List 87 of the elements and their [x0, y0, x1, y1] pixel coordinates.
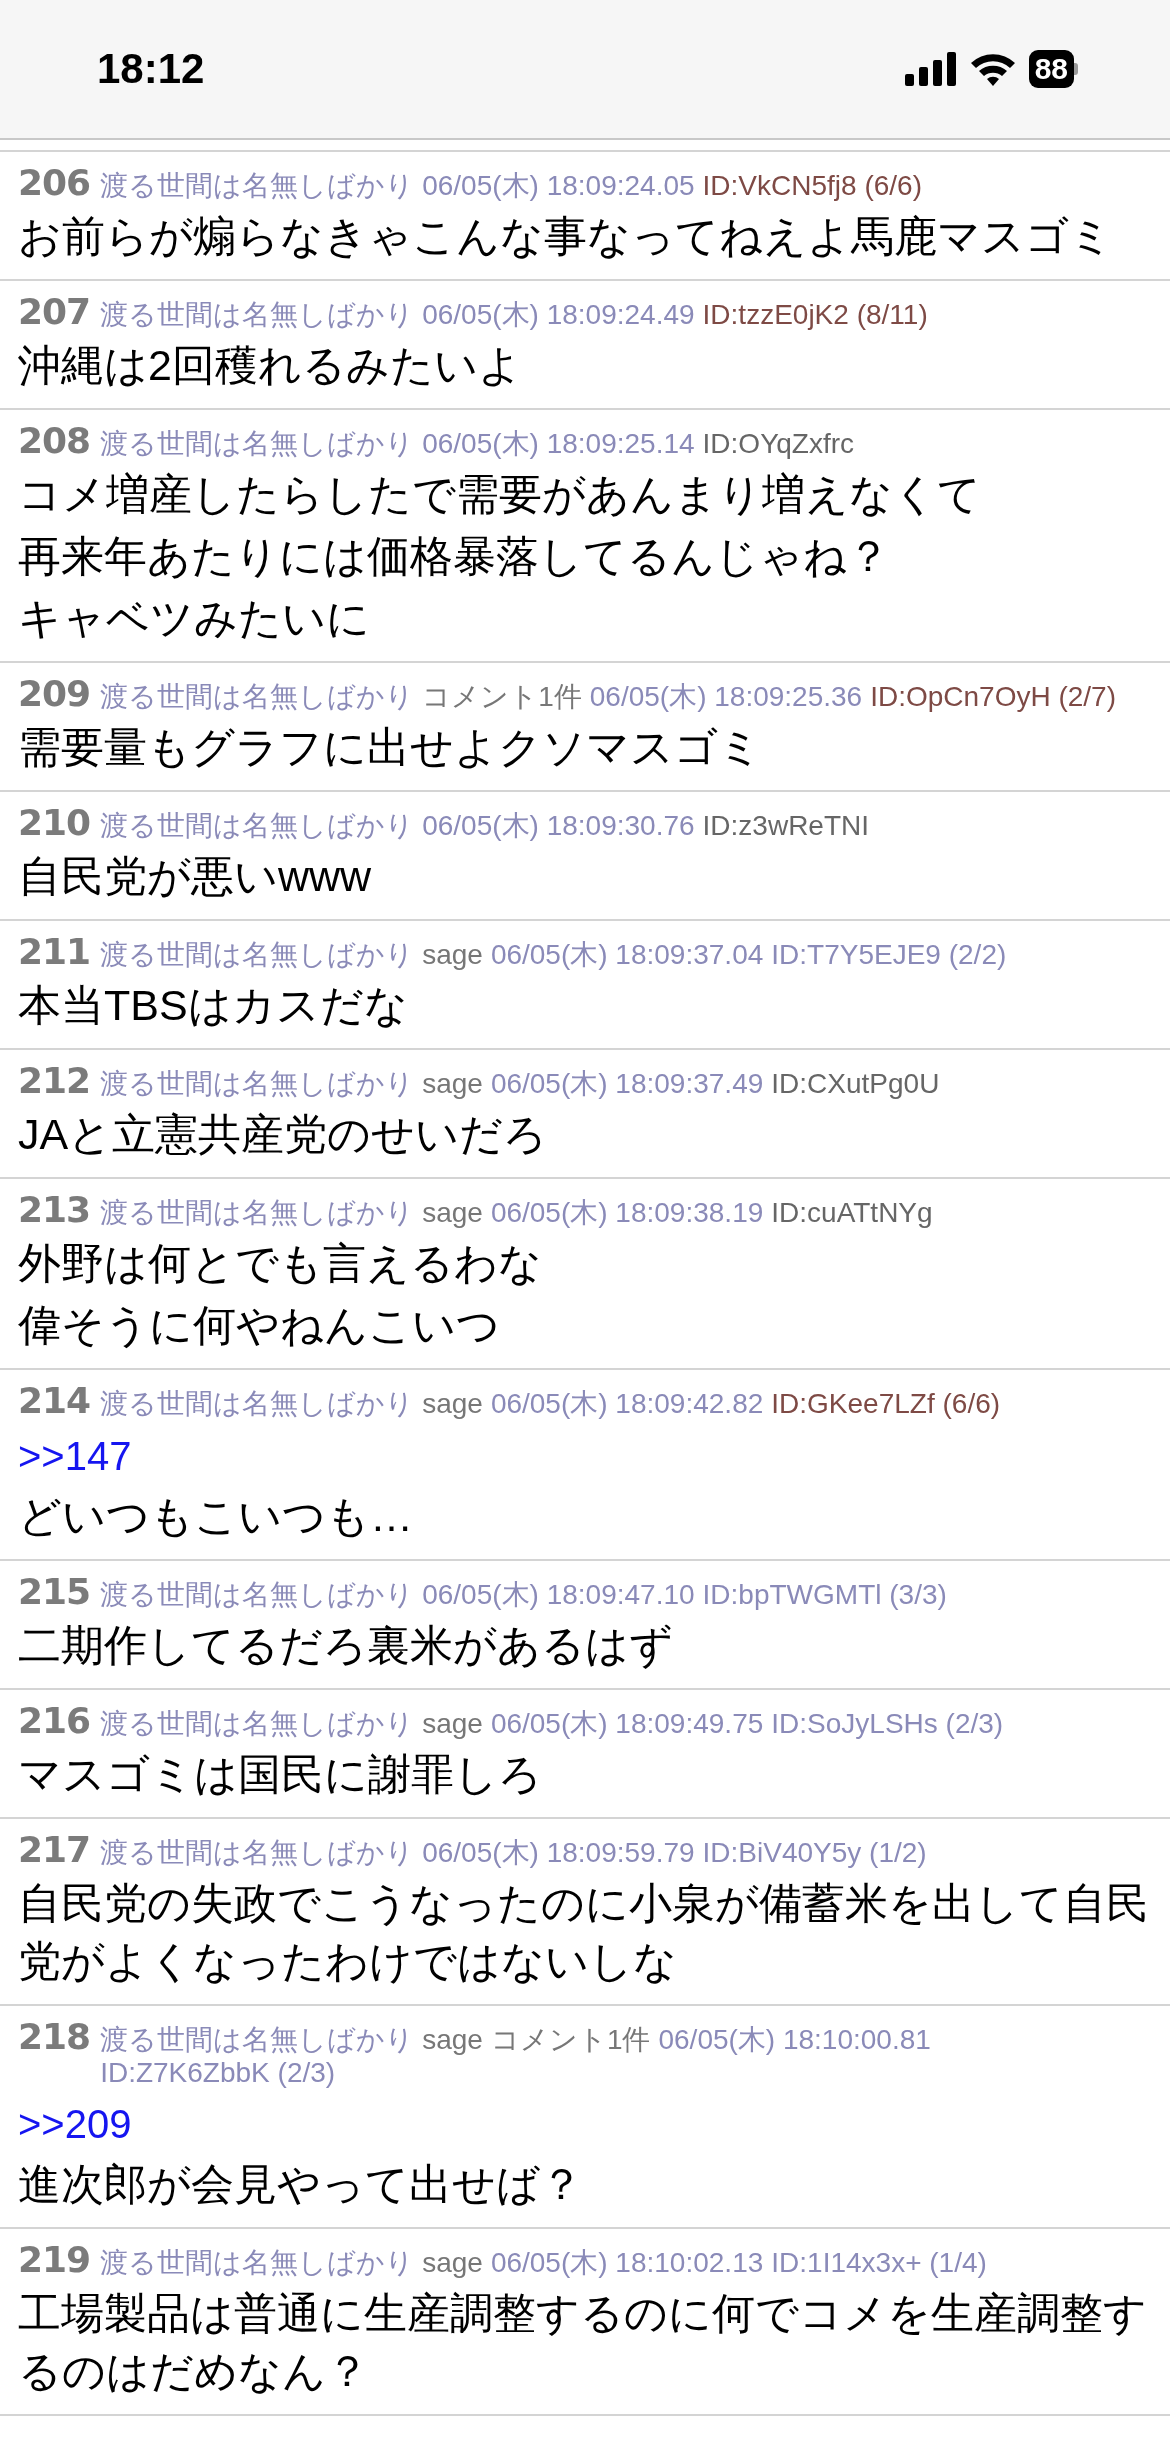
post-date: 06/05(木) 18:09:38.19 [490, 1196, 764, 1229]
poster-name: 渡る世間は名無しばかり [100, 169, 415, 202]
post-date: 06/05(木) 18:09:59.79 [422, 1836, 695, 1869]
post-number: 206 [18, 162, 91, 203]
post-number: 209 [18, 673, 91, 714]
poster-name: 渡る世間は名無しばかり [100, 1387, 415, 1420]
post-number: 215 [18, 1571, 91, 1612]
post-date: 06/05(木) 18:09:25.36 [589, 680, 863, 713]
post-text-line: 二期作してるだろ裏米があるはず [18, 1620, 674, 1671]
post-number: 217 [18, 1829, 91, 1870]
post-date: 06/05(木) 18:09:25.14 [422, 427, 695, 460]
poster-id[interactable]: ID:z3wReTNI [702, 809, 870, 842]
signal-icon [904, 52, 957, 86]
post-date: 06/05(木) 18:09:37.49 [490, 1067, 764, 1100]
post-date: 06/05(木) 18:10:02.13 [490, 2246, 764, 2279]
post-number: 207 [18, 291, 91, 332]
poster-name: 渡る世間は名無しばかり [100, 809, 415, 842]
post-number: 208 [18, 420, 91, 461]
poster-id[interactable]: ID:OpCn7OyH (2/7) [870, 680, 1116, 713]
post-text-line: 再来年あたりには価格暴落してるんじゃね？ [18, 531, 891, 582]
poster-name: 渡る世間は名無しばかり [100, 1067, 415, 1100]
post-number: 213 [18, 1189, 91, 1230]
mail-field: sage [422, 1707, 483, 1740]
post-number: 212 [18, 1060, 91, 1101]
post-text-line: 工場製品は普通に生産調整するのに何でコメを生産調整するのはだめなん？ [18, 2288, 1148, 2397]
reply-link[interactable]: >>147 [18, 1429, 132, 1483]
poster-id[interactable]: ID:OYqZxfrc [702, 427, 855, 460]
comment-count[interactable]: コメント1件 [490, 2023, 651, 2056]
battery-indicator: 88 [1028, 50, 1074, 88]
poster-name: 渡る世間は名無しばかり [100, 1578, 415, 1611]
poster-name: 渡る世間は名無しばかり [100, 2023, 415, 2056]
post-text-line: 需要量もグラフに出せよクソマスゴミ [18, 722, 763, 773]
mail-field: sage [422, 1196, 483, 1229]
post-number: 216 [18, 1700, 91, 1741]
post-number: 218 [18, 2016, 91, 2057]
poster-id[interactable]: ID:1I14x3x+ (1/4) [771, 2246, 987, 2279]
post-date: 06/05(木) 18:09:24.05 [422, 169, 695, 202]
post-number: 214 [18, 1380, 91, 1421]
post-date: 06/05(木) 18:09:42.82 [490, 1387, 764, 1420]
poster-id[interactable]: ID:bpTWGMTl (3/3) [702, 1578, 947, 1611]
poster-id[interactable]: ID:Z7K6ZbbK (2/3) [100, 2056, 336, 2089]
post-text-line: 沖縄は2回穫れるみたいよ [18, 340, 523, 391]
post-number: 219 [18, 2239, 91, 2280]
post-text-line: コメ増産したらしたで需要があんまり増えなくて [18, 469, 982, 520]
post-date: 06/05(木) 18:09:49.75 [490, 1707, 764, 1740]
poster-name: 渡る世間は名無しばかり [100, 680, 415, 713]
post-text-line: 偉そうに何やねんこいつ [18, 1300, 501, 1351]
post-date: 06/05(木) 18:09:24.49 [422, 298, 695, 331]
poster-id[interactable]: ID:T7Y5EJE9 (2/2) [771, 938, 1007, 971]
poster-id[interactable]: ID:cuATtNYg [771, 1196, 933, 1229]
post-text-line: マスゴミは国民に謝罪しろ [18, 1749, 543, 1800]
poster-id[interactable]: ID:SoJyLSHs (2/3) [771, 1707, 1004, 1740]
post-text-line: 進次郎が会見やって出せば？ [18, 2159, 584, 2210]
poster-name: 渡る世間は名無しばかり [100, 1707, 415, 1740]
poster-name: 渡る世間は名無しばかり [100, 1196, 415, 1229]
post-number: 210 [18, 802, 91, 843]
poster-id[interactable]: ID:BiV40Y5y (1/2) [702, 1836, 927, 1869]
post-text-line: 自民党の失政でこうなったのに小泉が備蓄米を出して自民党がよくなったわけではないしな [18, 1878, 1150, 1987]
poster-id[interactable]: ID:CXutPg0U [771, 1067, 940, 1100]
poster-name: 渡る世間は名無しばかり [100, 938, 415, 971]
poster-name: 渡る世間は名無しばかり [100, 2246, 415, 2279]
mail-field: sage [422, 1067, 483, 1100]
post-date: 06/05(木) 18:10:00.81 [658, 2023, 931, 2056]
poster-id[interactable]: ID:GKee7LZf (6/6) [771, 1387, 1001, 1420]
mail-field: sage [422, 2023, 483, 2056]
post-text-line: 本当TBSはカスだな [18, 980, 409, 1031]
post-date: 06/05(木) 18:09:37.04 [490, 938, 764, 971]
mail-field: sage [422, 938, 483, 971]
reply-link[interactable]: >>209 [18, 2097, 132, 2151]
mail-field: sage [422, 1387, 483, 1420]
post-text-line: 外野は何とでも言えるわな [18, 1238, 543, 1289]
poster-name: 渡る世間は名無しばかり [100, 298, 415, 331]
mail-field: sage [422, 2246, 483, 2279]
post-text-line: どいつもこいつも… [18, 1491, 414, 1542]
poster-id[interactable]: ID:VkCN5fj8 (6/6) [702, 169, 922, 202]
poster-id[interactable]: ID:tzzE0jK2 (8/11) [702, 298, 928, 331]
poster-name: 渡る世間は名無しばかり [100, 1836, 415, 1869]
post-number: 211 [18, 931, 91, 972]
post-text-line: お前らが煽らなきゃこんな事なってねえよ馬鹿マスゴミ [18, 211, 1114, 262]
post-text-line: 自民党が悪いwww [18, 851, 373, 902]
post-date: 06/05(木) 18:09:47.10 [422, 1578, 695, 1611]
comment-count[interactable]: コメント1件 [422, 680, 582, 713]
post-text-line: JAと立憲共産党のせいだろ [18, 1109, 549, 1160]
post-date: 06/05(木) 18:09:30.76 [422, 809, 695, 842]
poster-name: 渡る世間は名無しばかり [100, 427, 415, 460]
post-text-line: キャベツみたいに [18, 593, 371, 644]
clock-time: 18:12 [97, 45, 205, 93]
